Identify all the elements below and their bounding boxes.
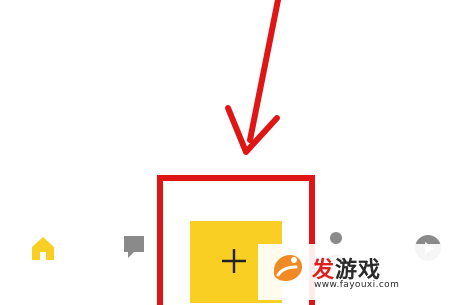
fayouxi-logo-icon (274, 255, 302, 281)
watermark: 发游戏 www.fayouxi.com (258, 244, 450, 300)
watermark-url: www.fayouxi.com (314, 280, 400, 290)
message-icon (124, 236, 144, 258)
home-icon (32, 237, 54, 260)
nav-home-tab[interactable] (29, 234, 57, 262)
screenshot-stage: 发游戏 www.fayouxi.com (0, 0, 450, 305)
nav-message-tab[interactable] (122, 234, 146, 260)
